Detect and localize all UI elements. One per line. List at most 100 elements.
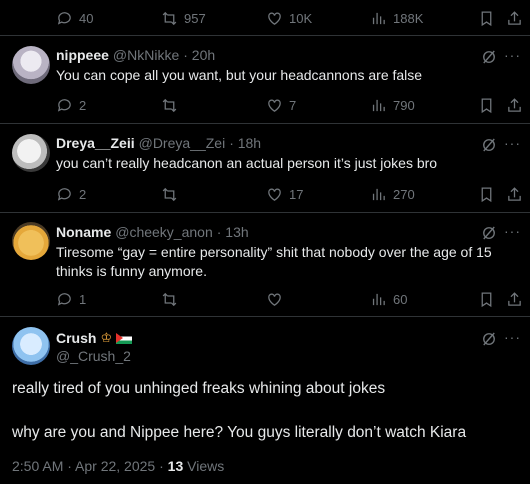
- divider: [0, 123, 530, 124]
- avatar[interactable]: [12, 222, 50, 260]
- like-button[interactable]: [266, 289, 283, 309]
- post-time[interactable]: · 18h: [229, 135, 261, 151]
- views-button[interactable]: 270: [370, 184, 415, 204]
- user-handle[interactable]: @_Crush_2: [56, 348, 131, 364]
- user-handle[interactable]: @cheeky_anon: [115, 224, 213, 240]
- reply-icon: [57, 187, 71, 201]
- views-count: 60: [393, 291, 408, 307]
- views-icon: [372, 293, 385, 305]
- reply-count: 40: [79, 10, 94, 26]
- bookmark-button[interactable]: [478, 289, 495, 309]
- repost-button[interactable]: [161, 289, 178, 309]
- avatar[interactable]: [12, 327, 50, 365]
- reply-button[interactable]: 40: [56, 8, 93, 28]
- bookmark-icon: [481, 97, 492, 113]
- grok-icon[interactable]: [480, 330, 498, 348]
- views-icon: [372, 188, 385, 200]
- user-handle[interactable]: @Dreya__Zei: [139, 135, 226, 151]
- heart-icon: [268, 293, 281, 306]
- avatar[interactable]: [12, 134, 50, 172]
- reply-action-bar: 2 17 270: [56, 184, 530, 204]
- share-icon: [508, 97, 521, 112]
- repost-icon: [162, 187, 177, 201]
- views-label: Views: [187, 458, 225, 474]
- views-button[interactable]: 60: [370, 289, 407, 309]
- user-handle[interactable]: @NkNikke: [113, 47, 179, 63]
- views-count: 13: [167, 458, 184, 474]
- reply-button[interactable]: 2: [56, 95, 86, 115]
- repost-button[interactable]: [161, 184, 178, 204]
- reply-count: 2: [79, 97, 87, 113]
- grok-icon[interactable]: [480, 48, 498, 66]
- top-action-bar: 40 957 10K 188K: [56, 8, 530, 28]
- bookmark-button[interactable]: [478, 95, 495, 115]
- reply-icon: [57, 98, 71, 112]
- reply-text: Tiresome “gay = entire personality” shit…: [56, 244, 492, 279]
- reply-action-bar: 1 60: [56, 289, 530, 309]
- user-name[interactable]: nippeee: [56, 47, 109, 63]
- like-button[interactable]: 17: [266, 184, 303, 204]
- user-name[interactable]: Noname: [56, 224, 111, 240]
- share-icon: [508, 186, 521, 201]
- author-handle-row: @_Crush_2: [56, 348, 131, 364]
- post-timestamp[interactable]: 2:50 AM · Apr 22, 2025 ·: [12, 458, 164, 474]
- reply-icon: [57, 11, 71, 25]
- like-button[interactable]: 7: [266, 95, 296, 115]
- views-button[interactable]: 790: [370, 95, 415, 115]
- like-count: 10K: [289, 10, 313, 26]
- share-button[interactable]: [506, 95, 523, 115]
- divider: [0, 212, 530, 213]
- post-time[interactable]: · 20h: [183, 47, 215, 63]
- crown-icon: ♔: [100, 330, 113, 345]
- post-meta: 2:50 AM · Apr 22, 2025 · 13 Views: [12, 458, 224, 474]
- repost-button[interactable]: [161, 95, 178, 115]
- repost-button[interactable]: 957: [161, 8, 206, 28]
- share-button[interactable]: [506, 8, 523, 28]
- user-name[interactable]: Dreya__Zeii: [56, 135, 135, 151]
- share-icon: [508, 10, 521, 25]
- reply-button[interactable]: 1: [56, 289, 86, 309]
- views-count: 790: [393, 97, 415, 113]
- like-count: 7: [289, 97, 297, 113]
- share-button[interactable]: [506, 289, 523, 309]
- user-name[interactable]: Crush: [56, 330, 96, 346]
- more-options-button[interactable]: ···: [504, 329, 521, 345]
- repost-icon: [162, 292, 177, 306]
- avatar[interactable]: [12, 46, 50, 84]
- views-icon: [372, 12, 385, 24]
- reply-header: nippeee @NkNikke · 20h: [56, 47, 215, 63]
- views-button[interactable]: 188K: [370, 8, 423, 28]
- reply-count: 1: [79, 291, 87, 307]
- author-name-row: Crush ♔: [56, 330, 133, 346]
- views-count: 270: [393, 186, 415, 202]
- like-count: 17: [289, 186, 304, 202]
- divider: [0, 316, 530, 317]
- views-count: 188K: [393, 10, 424, 26]
- heart-icon: [268, 188, 281, 201]
- like-button[interactable]: 10K: [266, 8, 312, 28]
- flag-icon: [116, 332, 133, 344]
- bookmark-button[interactable]: [478, 184, 495, 204]
- reply-button[interactable]: 2: [56, 184, 86, 204]
- post-text-line: really tired of you unhinged freaks whin…: [12, 380, 386, 397]
- grok-icon[interactable]: [480, 224, 498, 242]
- more-options-button[interactable]: ···: [504, 223, 521, 239]
- heart-icon: [268, 12, 281, 25]
- divider: [0, 35, 530, 36]
- bookmark-icon: [481, 291, 492, 307]
- views-icon: [372, 99, 385, 111]
- more-options-button[interactable]: ···: [504, 47, 521, 63]
- reply-header: Noname @cheeky_anon · 13h: [56, 224, 249, 240]
- bookmark-button[interactable]: [478, 8, 495, 28]
- share-button[interactable]: [506, 184, 523, 204]
- reply-text: You can cope all you want, but your head…: [56, 67, 423, 83]
- repost-icon: [162, 11, 177, 25]
- post-text-line: why are you and Nippee here? You guys li…: [12, 424, 467, 441]
- more-options-button[interactable]: ···: [504, 135, 521, 151]
- heart-icon: [268, 99, 281, 112]
- reply-header: Dreya__Zeii @Dreya__Zei · 18h: [56, 135, 261, 151]
- bookmark-icon: [481, 10, 492, 26]
- repost-count: 957: [184, 10, 206, 26]
- post-time[interactable]: · 13h: [217, 224, 249, 240]
- grok-icon[interactable]: [480, 136, 498, 154]
